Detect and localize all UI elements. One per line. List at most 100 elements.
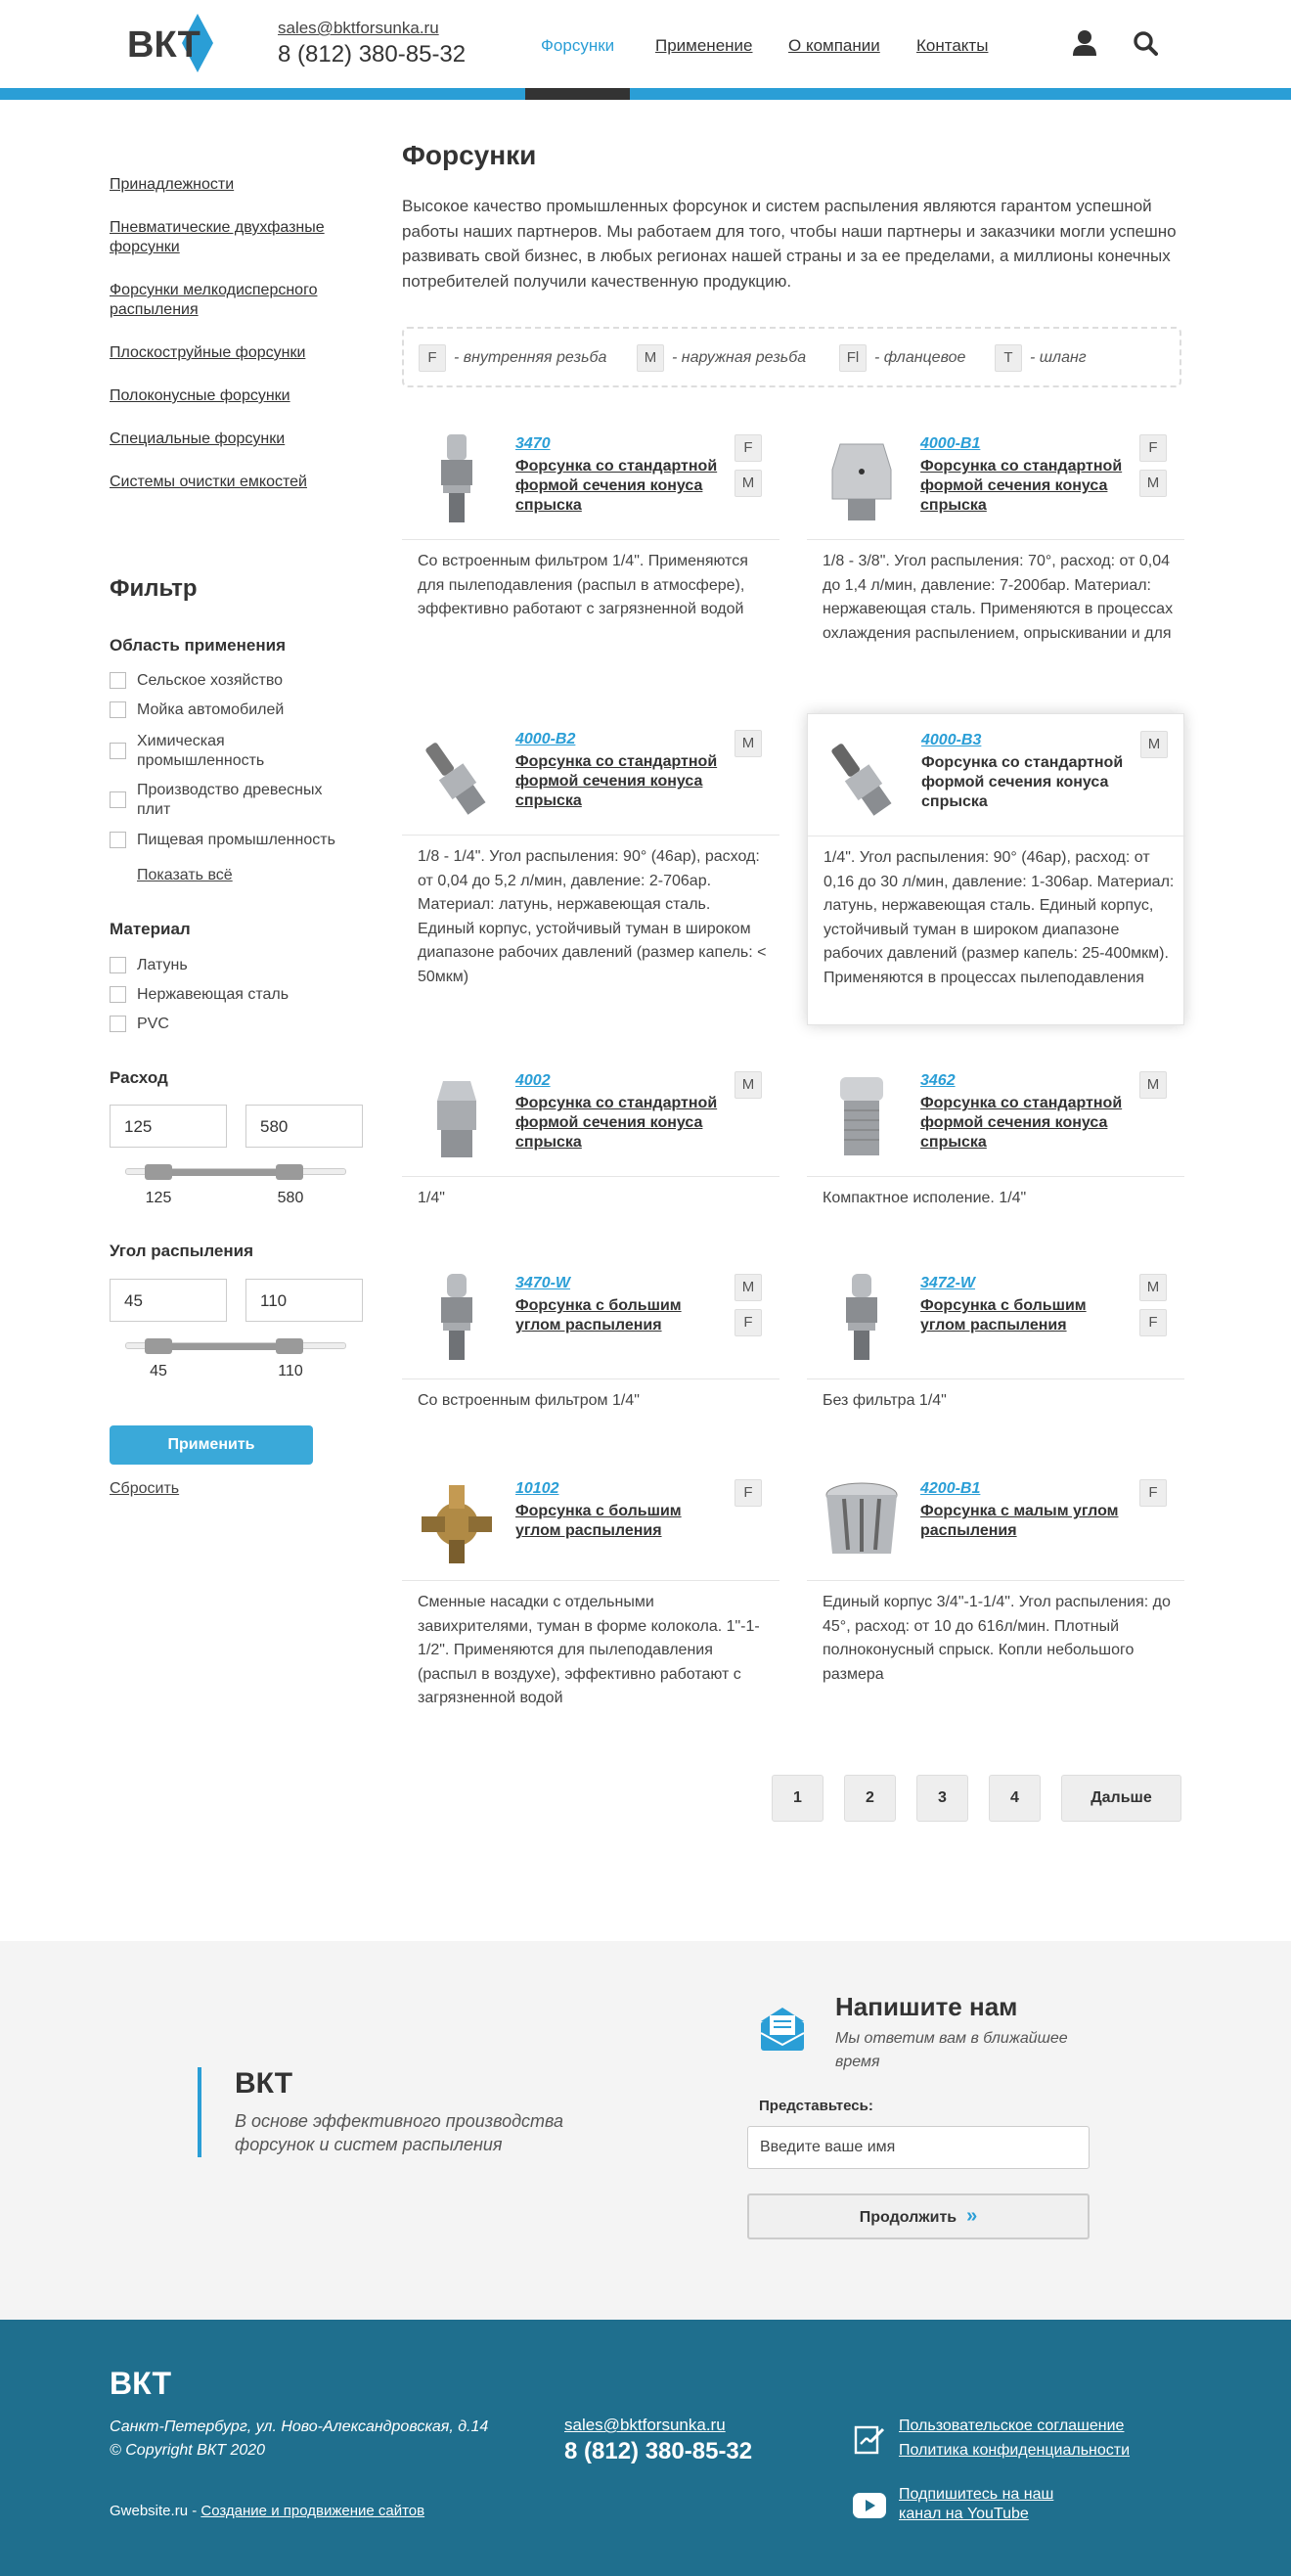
filter-flow-title: Расход <box>110 1068 168 1087</box>
user-icon[interactable] <box>1072 29 1097 57</box>
privacy-link[interactable]: Политика конфиденциальности <box>899 2441 1130 2461</box>
product-title[interactable]: Форсунка со стандартной формой сечения к… <box>921 753 1136 812</box>
page-button-2[interactable]: 2 <box>844 1775 896 1822</box>
product-title[interactable]: Форсунка с большим углом распыления <box>920 1296 1135 1335</box>
footer-email-link[interactable]: sales@bktforsunka.ru <box>564 2416 726 2435</box>
terms-link[interactable]: Пользовательское соглашение <box>899 2417 1124 2436</box>
contact-slogan: В основе эффективного производства форсу… <box>235 2111 564 2154</box>
footer-developer: Gwebsite.ru - Создание и продвижение сай… <box>110 2503 424 2519</box>
product-title[interactable]: Форсунка со стандартной формой сечения к… <box>515 752 731 811</box>
product-card[interactable]: 4200-B1 Форсунка с малым углом распылени… <box>807 1468 1184 1702</box>
youtube-subscribe-link[interactable]: Подпишитесь на наш канал на YouTube <box>899 2485 1094 2524</box>
checkbox[interactable] <box>110 832 126 848</box>
checkbox[interactable] <box>110 986 126 1003</box>
product-card[interactable]: 3470 Форсунка со стандартной формой сече… <box>402 423 779 657</box>
product-card[interactable]: 4000-B3 Форсунка со стандартной формой с… <box>807 713 1185 1025</box>
category-link[interactable]: Пневматические двухфазные форсунки <box>110 218 354 257</box>
category-link[interactable]: Принадлежности <box>110 175 344 195</box>
category-link[interactable]: Плоскоструйные форсунки <box>110 343 344 363</box>
product-title[interactable]: Форсунка со стандартной формой сечения к… <box>920 457 1135 516</box>
flow-max-input[interactable]: 580 <box>245 1105 363 1148</box>
logo-text: ВКТ <box>127 24 200 66</box>
name-input[interactable]: Введите ваше имя <box>747 2126 1090 2169</box>
next-page-button[interactable]: Дальше <box>1061 1775 1181 1822</box>
checkbox[interactable] <box>110 701 126 718</box>
product-card[interactable]: 4002 Форсунка со стандартной формой сече… <box>402 1060 779 1216</box>
search-icon[interactable] <box>1133 30 1158 56</box>
filter-angle-title: Угол распыления <box>110 1242 254 1260</box>
product-title[interactable]: Форсунка со стандартной формой сечения к… <box>920 1094 1135 1152</box>
product-card[interactable]: 3462 Форсунка со стандартной формой сече… <box>807 1060 1184 1216</box>
nav-about[interactable]: О компании <box>788 36 880 56</box>
apply-filter-button[interactable]: Применить <box>110 1425 313 1465</box>
category-link[interactable]: Полоконусные форсунки <box>110 386 344 406</box>
header-phone: 8 (812) 380-85-32 <box>278 41 467 68</box>
filter-material-title: Материал <box>110 920 191 938</box>
thread-badge: F <box>735 1309 762 1336</box>
page-button-1[interactable]: 1 <box>772 1775 824 1822</box>
category-link[interactable]: Системы очистки емкостей <box>110 473 344 492</box>
nav-contacts[interactable]: Контакты <box>916 36 988 56</box>
nozzle-image <box>831 443 892 520</box>
angle-slider-handle-max[interactable] <box>276 1338 303 1354</box>
developer-link[interactable]: Создание и продвижение сайтов <box>200 2503 424 2519</box>
product-card[interactable]: 3472-W Форсунка с большим углом распылен… <box>807 1262 1184 1419</box>
checkbox[interactable] <box>110 791 126 808</box>
contact-section <box>0 1941 1291 2320</box>
nav-application[interactable]: Применение <box>655 36 753 56</box>
page-button-4[interactable]: 4 <box>989 1775 1041 1822</box>
category-link[interactable]: Форсунки мелкодисперсного распыления <box>110 281 354 320</box>
product-title[interactable]: Форсунка с малым углом распыления <box>920 1502 1135 1541</box>
nav-nozzles[interactable]: Форсунки <box>541 36 614 56</box>
angle-min-label: 45 <box>150 1363 167 1379</box>
product-code[interactable]: 3462 <box>920 1072 956 1090</box>
show-all-link[interactable]: Показать всё <box>137 867 233 884</box>
product-code[interactable]: 3470 <box>515 435 551 453</box>
product-card[interactable]: 10102 Форсунка с большим углом распылени… <box>402 1468 779 1722</box>
legend-item: M - наружная резьба <box>637 344 806 372</box>
angle-max-input[interactable]: 110 <box>245 1279 363 1322</box>
category-link[interactable]: Специальные форсунки <box>110 429 344 449</box>
thread-badge: F <box>1139 1309 1167 1336</box>
checkbox[interactable] <box>110 743 126 759</box>
flow-slider-handle-max[interactable] <box>276 1164 303 1180</box>
product-title[interactable]: Форсунка со стандартной формой сечения к… <box>515 1094 731 1152</box>
product-card[interactable]: 3470-W Форсунка с большим углом распылен… <box>402 1262 779 1419</box>
product-code[interactable]: 4200-B1 <box>920 1480 980 1498</box>
youtube-icon[interactable] <box>853 2493 886 2518</box>
nozzle-image <box>840 1077 883 1155</box>
flow-min-input[interactable]: 125 <box>110 1105 227 1148</box>
product-title[interactable]: Форсунка со стандартной формой сечения к… <box>515 457 731 516</box>
angle-slider-handle-min[interactable] <box>145 1338 172 1354</box>
reset-filter-link[interactable]: Сбросить <box>110 1480 179 1498</box>
product-code[interactable]: 3472-W <box>920 1275 975 1292</box>
product-title[interactable]: Форсунка с большим углом распыления <box>515 1502 731 1541</box>
checkbox[interactable] <box>110 1016 126 1032</box>
nozzle-image <box>422 1485 492 1563</box>
product-card[interactable]: 4000-B2 Форсунка со стандартной формой с… <box>402 718 779 992</box>
product-code[interactable]: 10102 <box>515 1480 559 1498</box>
legend-item: Fl - фланцевое <box>839 344 965 372</box>
accent-bar <box>198 2067 201 2157</box>
product-code[interactable]: 3470-W <box>515 1275 570 1292</box>
continue-button[interactable]: Продолжить » <box>747 2193 1090 2239</box>
thread-legend: F- внутренняя резьба M- наружная резьба … <box>402 327 1181 387</box>
page-button-3[interactable]: 3 <box>916 1775 968 1822</box>
checkbox[interactable] <box>110 672 126 689</box>
product-code[interactable]: 4000-B1 <box>920 435 980 453</box>
contact-subtitle: Мы ответим вам в ближайшее время <box>835 2030 1068 2070</box>
product-description: 1/4" <box>418 1190 445 1206</box>
logo[interactable]: ВКТ <box>125 12 215 74</box>
thread-badge: F <box>735 434 762 462</box>
header-email-link[interactable]: sales@bktforsunka.ru <box>278 19 439 38</box>
angle-min-input[interactable]: 45 <box>110 1279 227 1322</box>
product-title[interactable]: Форсунка с большим углом распыления <box>515 1296 731 1335</box>
flow-slider-handle-min[interactable] <box>145 1164 172 1180</box>
product-code[interactable]: 4000-B2 <box>515 731 575 748</box>
product-card[interactable]: 4000-B1 Форсунка со стандартной формой с… <box>807 423 1184 677</box>
legend-item: F - внутренняя резьба <box>419 344 606 372</box>
checkbox[interactable] <box>110 957 126 973</box>
product-code[interactable]: 4000-B3 <box>921 732 981 749</box>
product-code[interactable]: 4002 <box>515 1072 551 1090</box>
checkbox-label: Мойка автомобилей <box>137 701 285 718</box>
